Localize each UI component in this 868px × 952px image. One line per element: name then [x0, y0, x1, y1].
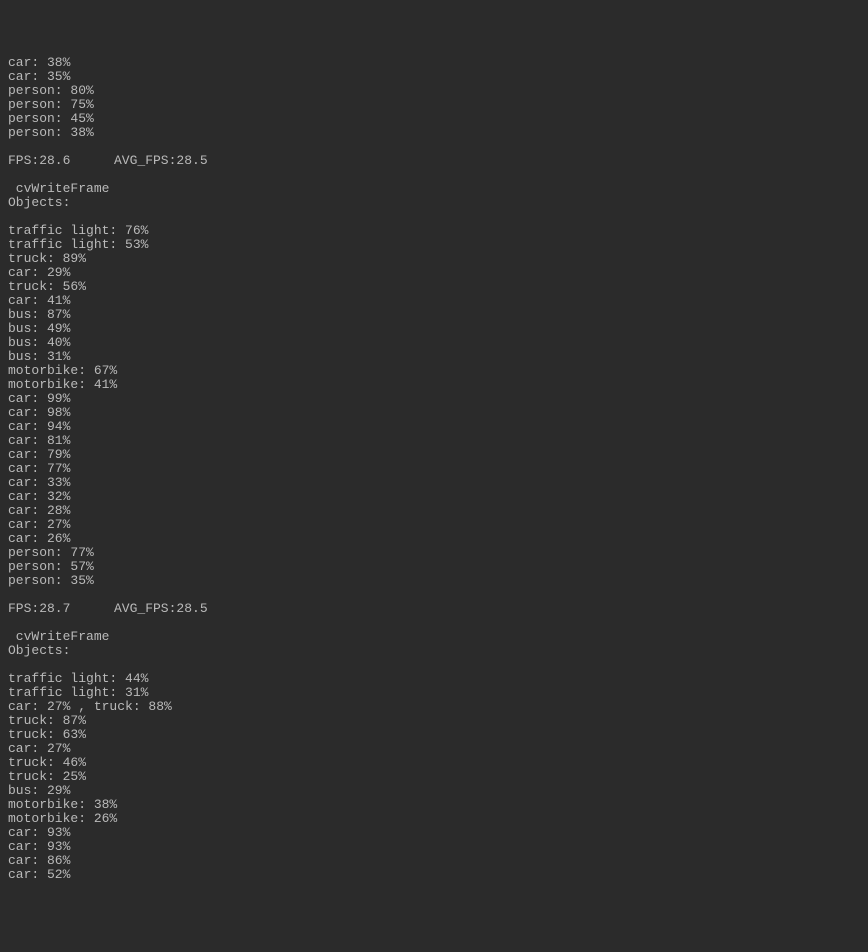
- cv-write-frame-line: cvWriteFrame: [8, 182, 860, 196]
- detection-line: truck: 63%: [8, 728, 860, 742]
- detection-line: motorbike: 26%: [8, 812, 860, 826]
- detection-line: car: 93%: [8, 840, 860, 854]
- detection-line: car: 52%: [8, 868, 860, 882]
- detection-line: car: 99%: [8, 392, 860, 406]
- detection-line: truck: 89%: [8, 252, 860, 266]
- detection-line: car: 41%: [8, 294, 860, 308]
- detection-line: person: 80%: [8, 84, 860, 98]
- detection-line: car: 28%: [8, 504, 860, 518]
- detection-line: traffic light: 53%: [8, 238, 860, 252]
- detection-line: car: 33%: [8, 476, 860, 490]
- detection-line: motorbike: 41%: [8, 378, 860, 392]
- detection-line: bus: 87%: [8, 308, 860, 322]
- detection-line: bus: 40%: [8, 336, 860, 350]
- fps-line: FPS:28.6AVG_FPS:28.5: [8, 154, 860, 168]
- objects-header-line: Objects:: [8, 644, 860, 658]
- detection-line: person: 38%: [8, 126, 860, 140]
- detection-line: bus: 29%: [8, 784, 860, 798]
- detection-line: car: 27%: [8, 742, 860, 756]
- detection-line: car: 26%: [8, 532, 860, 546]
- blank-line: [8, 616, 860, 630]
- detection-line: person: 77%: [8, 546, 860, 560]
- detection-line: motorbike: 67%: [8, 364, 860, 378]
- detection-line: car: 77%: [8, 462, 860, 476]
- detection-line: car: 32%: [8, 490, 860, 504]
- detection-line: truck: 46%: [8, 756, 860, 770]
- fps-value: FPS:28.6: [8, 154, 114, 168]
- blank-line: [8, 210, 860, 224]
- detection-line: truck: 25%: [8, 770, 860, 784]
- detection-line: car: 27%: [8, 518, 860, 532]
- detection-line: motorbike: 38%: [8, 798, 860, 812]
- detection-line: person: 75%: [8, 98, 860, 112]
- detection-line: person: 45%: [8, 112, 860, 126]
- terminal-output[interactable]: car: 38%car: 35%person: 80%person: 75%pe…: [8, 56, 860, 882]
- avg-fps-value: AVG_FPS:28.5: [114, 602, 208, 616]
- fps-value: FPS:28.7: [8, 602, 114, 616]
- detection-line: car: 79%: [8, 448, 860, 462]
- detection-line: car: 86%: [8, 854, 860, 868]
- detection-line: traffic light: 44%: [8, 672, 860, 686]
- detection-line: truck: 87%: [8, 714, 860, 728]
- detection-line: truck: 56%: [8, 280, 860, 294]
- detection-line: car: 81%: [8, 434, 860, 448]
- objects-header-line: Objects:: [8, 196, 860, 210]
- blank-line: [8, 168, 860, 182]
- detection-line: car: 38%: [8, 56, 860, 70]
- detection-line: traffic light: 31%: [8, 686, 860, 700]
- fps-line: FPS:28.7AVG_FPS:28.5: [8, 602, 860, 616]
- blank-line: [8, 140, 860, 154]
- detection-line: bus: 49%: [8, 322, 860, 336]
- detection-line: bus: 31%: [8, 350, 860, 364]
- detection-line: car: 35%: [8, 70, 860, 84]
- blank-line: [8, 658, 860, 672]
- cv-write-frame-line: cvWriteFrame: [8, 630, 860, 644]
- detection-line: car: 94%: [8, 420, 860, 434]
- detection-line: car: 29%: [8, 266, 860, 280]
- detection-line: person: 57%: [8, 560, 860, 574]
- detection-line: car: 27% , truck: 88%: [8, 700, 860, 714]
- detection-line: traffic light: 76%: [8, 224, 860, 238]
- detection-line: car: 98%: [8, 406, 860, 420]
- avg-fps-value: AVG_FPS:28.5: [114, 154, 208, 168]
- detection-line: car: 93%: [8, 826, 860, 840]
- blank-line: [8, 588, 860, 602]
- detection-line: person: 35%: [8, 574, 860, 588]
